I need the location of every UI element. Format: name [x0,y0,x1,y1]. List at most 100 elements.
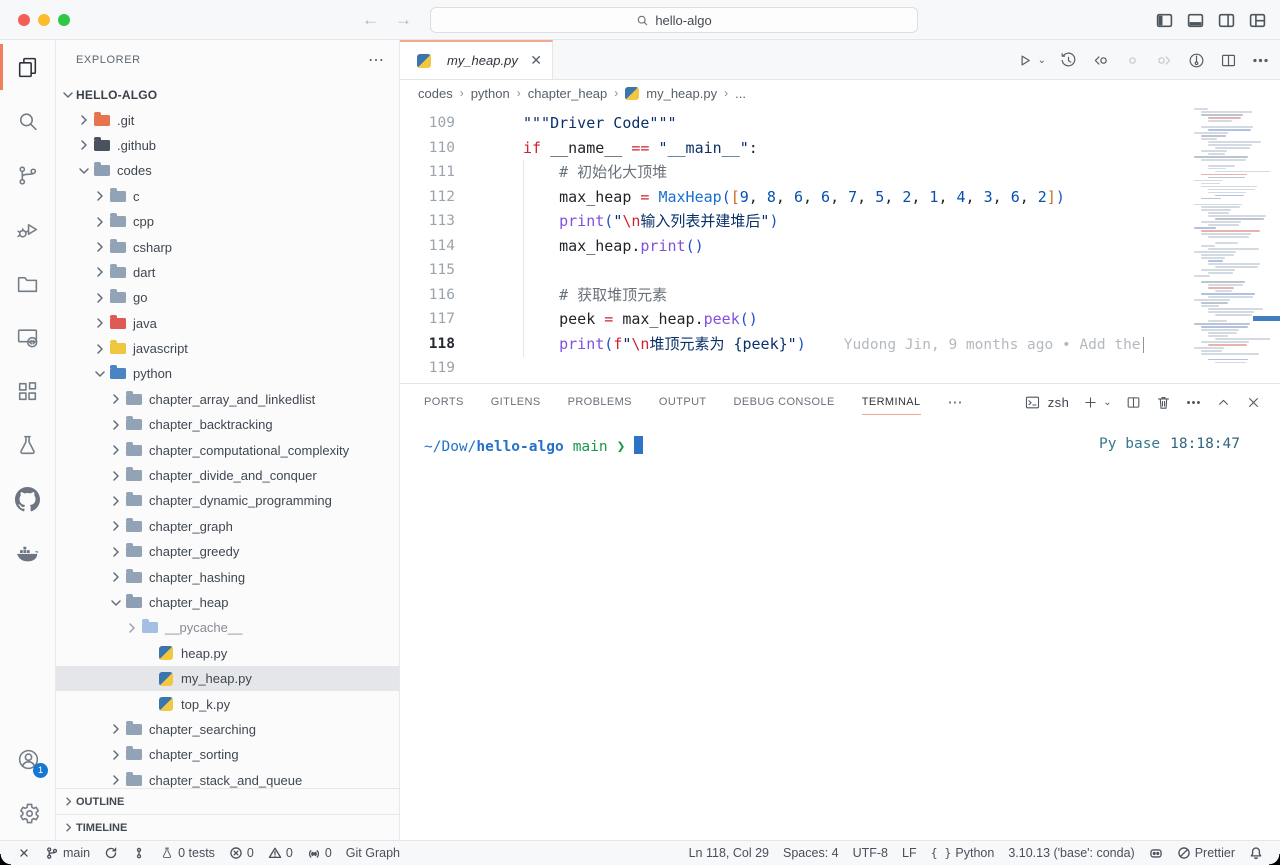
activity-settings[interactable] [0,786,56,840]
tree-item-heap-py[interactable]: heap.py [56,641,399,666]
tree-item-javascript[interactable]: javascript [56,336,399,361]
tree-item-chapter-sorting[interactable]: chapter_sorting [56,742,399,767]
tree-item--github[interactable]: .github [56,133,399,158]
status-utf-8[interactable]: UTF-8 [846,841,895,865]
status-3-10-13-base-conda-[interactable]: 3.10.13 ('base': conda) [1001,841,1141,865]
status-gitlens-icon[interactable] [125,841,153,865]
breadcrumb-item[interactable]: my_heap.py [625,86,717,101]
tree-item-chapter-divide-and-conquer[interactable]: chapter_divide_and_conquer [56,463,399,488]
tree-item-chapter-dynamic-programming[interactable]: chapter_dynamic_programming [56,488,399,513]
tree-item-chapter-searching[interactable]: chapter_searching [56,717,399,742]
new-terminal-icon[interactable] [1082,394,1099,411]
tree-item--git[interactable]: .git [56,107,399,132]
activity-accounts[interactable]: 1 [0,732,56,786]
activity-search[interactable] [0,94,55,148]
panel-tab-output[interactable]: OUTPUT [659,384,707,420]
status-remote-icon[interactable] [10,841,38,865]
tree-item-hello-algo[interactable]: HELLO-ALGO [56,82,399,107]
panel-more-actions-icon[interactable] [1185,394,1202,411]
terminal[interactable]: ~/Dow/hello-algomain❯ Py base18:18:47 [400,420,1280,455]
prev-change-icon[interactable] [1123,51,1142,70]
gitlens-graph-icon[interactable] [1187,51,1206,70]
tree-item-cpp[interactable]: cpp [56,209,399,234]
breadcrumb-item[interactable]: ... [735,86,746,101]
activity-docker[interactable] [0,526,55,580]
tree-item-top-k-py[interactable]: top_k.py [56,691,399,716]
panel-more-tabs-icon[interactable]: ⋯ [948,393,964,411]
status-git-graph[interactable]: Git Graph [339,841,407,865]
code-line-117[interactable]: 117 peek = max_heap.peek() [400,307,1280,332]
tab-my-heap[interactable]: my_heap.py ✕ [400,40,553,79]
terminal-dropdown-icon[interactable]: ⌄ [1103,397,1112,408]
run-dropdown[interactable]: ⌄ [1038,55,1046,66]
tree-item-chapter-computational-complexity[interactable]: chapter_computational_complexity [56,437,399,462]
status-python[interactable]: { }Python [924,841,1002,865]
tree-item-codes[interactable]: codes [56,158,399,183]
status-0-tests[interactable]: 0 tests [153,841,222,865]
status-0[interactable]: 0 [261,841,300,865]
more-actions-icon[interactable] [1251,51,1270,70]
tree-item-dart[interactable]: dart [56,260,399,285]
nav-forward-icon[interactable]: → [395,10,412,30]
tree-item-chapter-hashing[interactable]: chapter_hashing [56,564,399,589]
split-terminal-icon[interactable] [1125,394,1142,411]
status-ln-118-col-29[interactable]: Ln 118, Col 29 [682,841,776,865]
code-line-110[interactable]: 110if __name__ == "__main__": [400,136,1280,161]
status-sync-icon[interactable] [97,841,125,865]
tree-item-csharp[interactable]: csharp [56,234,399,259]
code-editor[interactable]: 109"""Driver Code"""110if __name__ == "_… [400,106,1280,383]
code-line-115[interactable]: 115 [400,258,1280,283]
status-0[interactable]: 0 [300,841,339,865]
status-bell-icon[interactable] [1242,841,1270,865]
outline-section-header[interactable]: OUTLINE [56,788,399,814]
tree-item-chapter-array-and-linkedlist[interactable]: chapter_array_and_linkedlist [56,387,399,412]
open-changes-icon[interactable] [1091,51,1110,70]
split-editor-icon[interactable] [1219,51,1238,70]
minimap[interactable] [1194,106,1270,383]
run-icon[interactable] [1015,51,1034,70]
code-line-112[interactable]: 112 max_heap = MaxHeap([9, 8, 6, 6, 7, 5… [400,185,1280,210]
activity-remote-explorer[interactable] [0,310,55,364]
code-line-116[interactable]: 116 # 获取堆顶元素 [400,283,1280,308]
tree-item-c[interactable]: c [56,184,399,209]
activity-github[interactable] [0,472,55,526]
file-history-icon[interactable] [1059,51,1078,70]
layout-panel-icon[interactable] [1187,12,1204,29]
layout-sidebar-left-icon[interactable] [1156,12,1173,29]
panel-tab-problems[interactable]: PROBLEMS [568,384,632,420]
status-spaces-4[interactable]: Spaces: 4 [776,841,846,865]
code-line-109[interactable]: 109"""Driver Code""" [400,111,1280,136]
close-panel-icon[interactable] [1245,394,1262,411]
zoom-window-button[interactable] [58,14,70,26]
maximize-panel-icon[interactable] [1215,394,1232,411]
status-lf[interactable]: LF [895,841,924,865]
panel-tab-debug-console[interactable]: DEBUG CONSOLE [734,384,835,420]
tree-item-chapter-graph[interactable]: chapter_graph [56,514,399,539]
panel-tab-gitlens[interactable]: GITLENS [491,384,541,420]
panel-tab-terminal[interactable]: TERMINAL [862,384,921,420]
close-window-button[interactable] [18,14,30,26]
activity-testing[interactable] [0,418,55,472]
layout-sidebar-right-icon[interactable] [1218,12,1235,29]
tree-item-python[interactable]: python [56,361,399,386]
tree-item-go[interactable]: go [56,285,399,310]
tree-item-my-heap-py[interactable]: my_heap.py [56,666,399,691]
activity-source-control[interactable] [0,148,55,202]
tree-item-chapter-backtracking[interactable]: chapter_backtracking [56,412,399,437]
status-copilot-icon[interactable] [1142,841,1170,865]
timeline-section-header[interactable]: TIMELINE [56,814,399,840]
code-line-113[interactable]: 113 print("\n输入列表并建堆后") [400,209,1280,234]
code-line-118[interactable]: 118 print(f"\n堆顶元素为 {peek}")Yudong Jin, … [400,332,1280,357]
close-tab-icon[interactable]: ✕ [530,52,542,69]
nav-back-icon[interactable]: ← [362,10,379,30]
tree-item-chapter-greedy[interactable]: chapter_greedy [56,539,399,564]
explorer-more-actions-icon[interactable]: ⋯ [368,50,385,70]
breadcrumb-item[interactable]: codes [418,86,453,101]
code-line-114[interactable]: 114 max_heap.print() [400,234,1280,259]
kill-terminal-icon[interactable] [1155,394,1172,411]
tree-item--pycache-[interactable]: __pycache__ [56,615,399,640]
panel-tab-ports[interactable]: PORTS [424,384,464,420]
breadcrumb-item[interactable]: chapter_heap [528,86,608,101]
activity-run-debug[interactable] [0,202,55,256]
activity-extensions[interactable] [0,364,55,418]
